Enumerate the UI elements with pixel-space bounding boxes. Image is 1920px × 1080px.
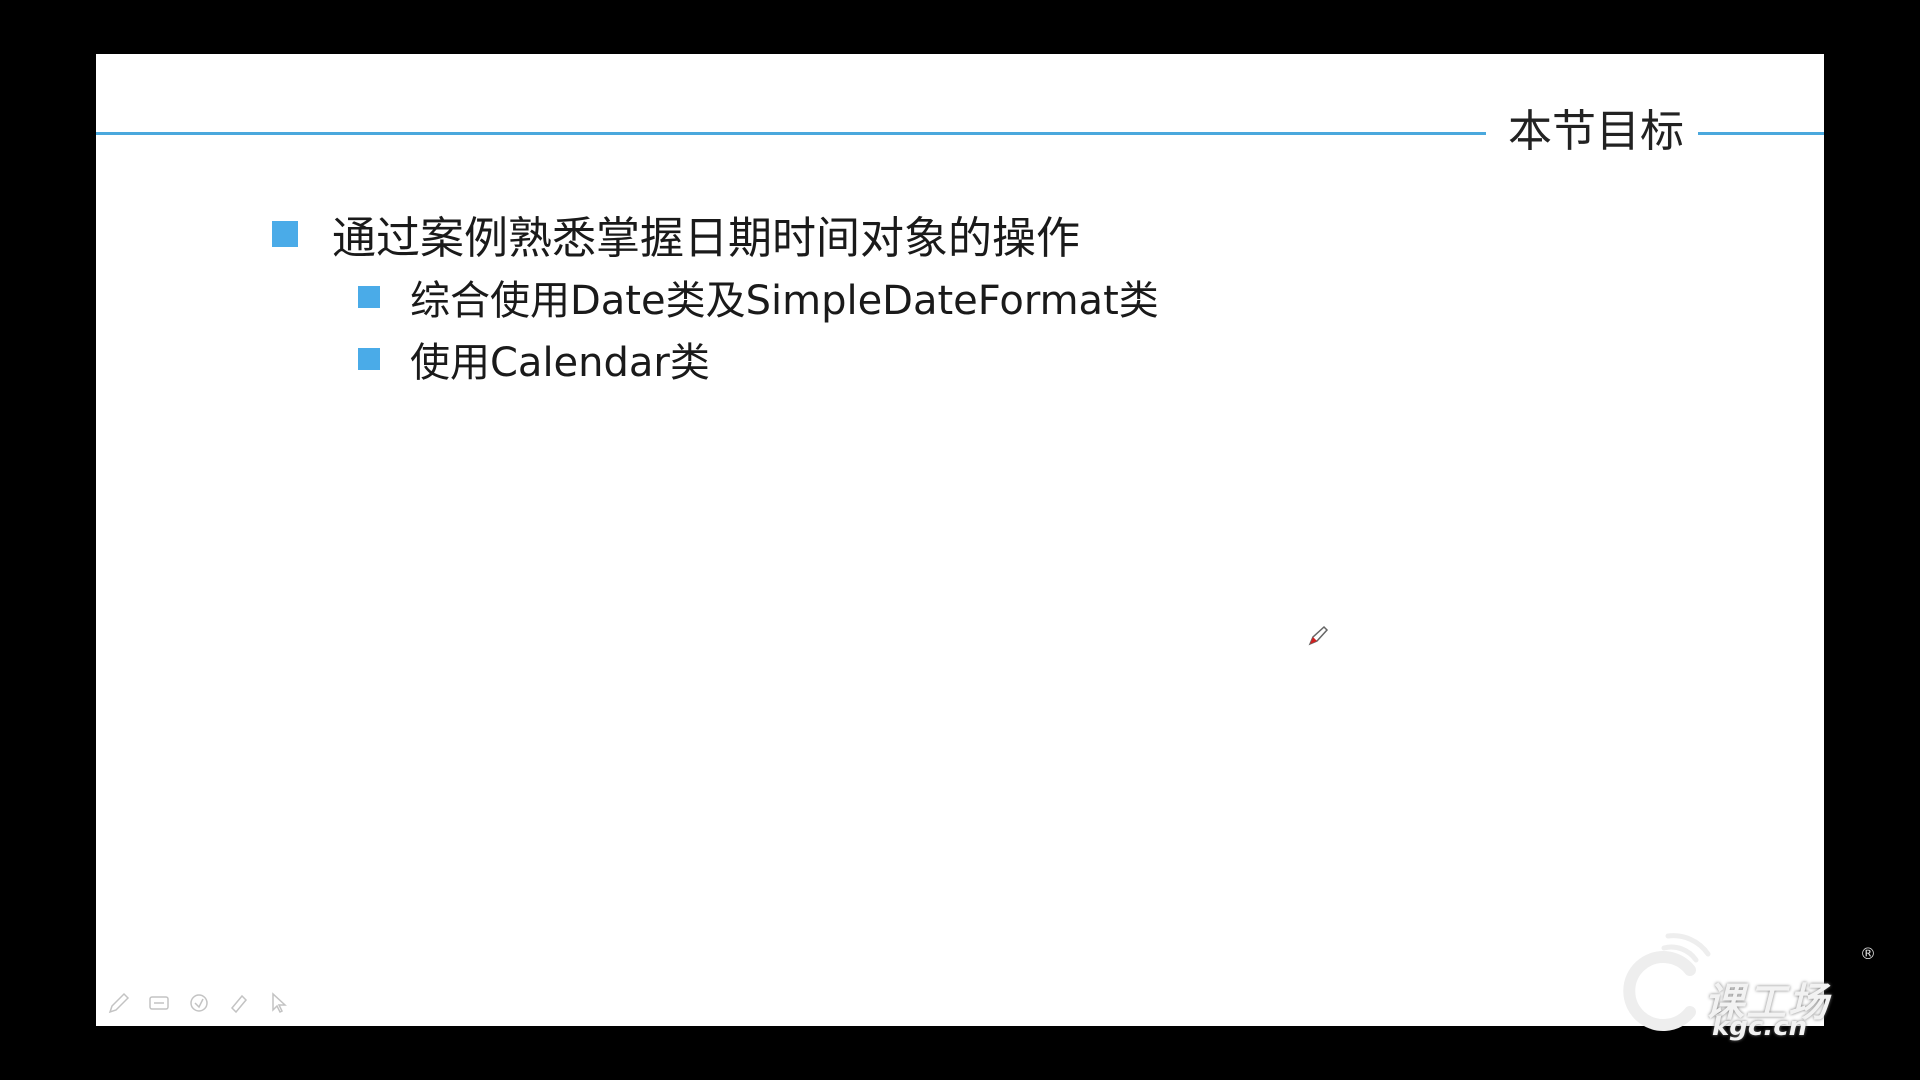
watermark-domain: kgc.cn [1712,1012,1808,1042]
bullet-square-icon [272,221,298,247]
title-rule-left [96,132,1486,135]
bullet-square-icon [358,286,380,308]
bullet-square-icon [358,348,380,370]
ink-icon[interactable] [226,990,252,1016]
bullet-text: 使用Calendar类 [410,340,710,386]
arrow-pointer-icon[interactable] [266,990,292,1016]
bullet-list: 通过案例熟悉掌握日期时间对象的操作 综合使用Date类及SimpleDateFo… [272,202,1472,390]
screen: 本节目标 通过案例熟悉掌握日期时间对象的操作 综合使用Date类及SimpleD… [0,0,1920,1080]
kgc-watermark: 课工场 kgc.cn ® [1612,930,1882,1042]
slideshow-toolbar [106,990,292,1016]
bullet-text: 综合使用Date类及SimpleDateFormat类 [410,278,1159,324]
slide-title: 本节目标 [1508,106,1684,157]
presentation-slide: 本节目标 通过案例熟悉掌握日期时间对象的操作 综合使用Date类及SimpleD… [96,54,1824,1026]
eraser-icon[interactable] [186,990,212,1016]
bullet-item: 通过案例熟悉掌握日期时间对象的操作 [272,202,1472,266]
sub-bullet-item: 使用Calendar类 [272,328,1472,390]
highlighter-icon[interactable] [146,990,172,1016]
pen-cursor-icon [1308,625,1329,646]
sub-bullet-item: 综合使用Date类及SimpleDateFormat类 [272,266,1472,328]
registered-mark: ® [1860,944,1876,963]
pen-icon[interactable] [106,990,132,1016]
title-rule-right [1698,132,1824,135]
bullet-text: 通过案例熟悉掌握日期时间对象的操作 [332,213,1080,264]
